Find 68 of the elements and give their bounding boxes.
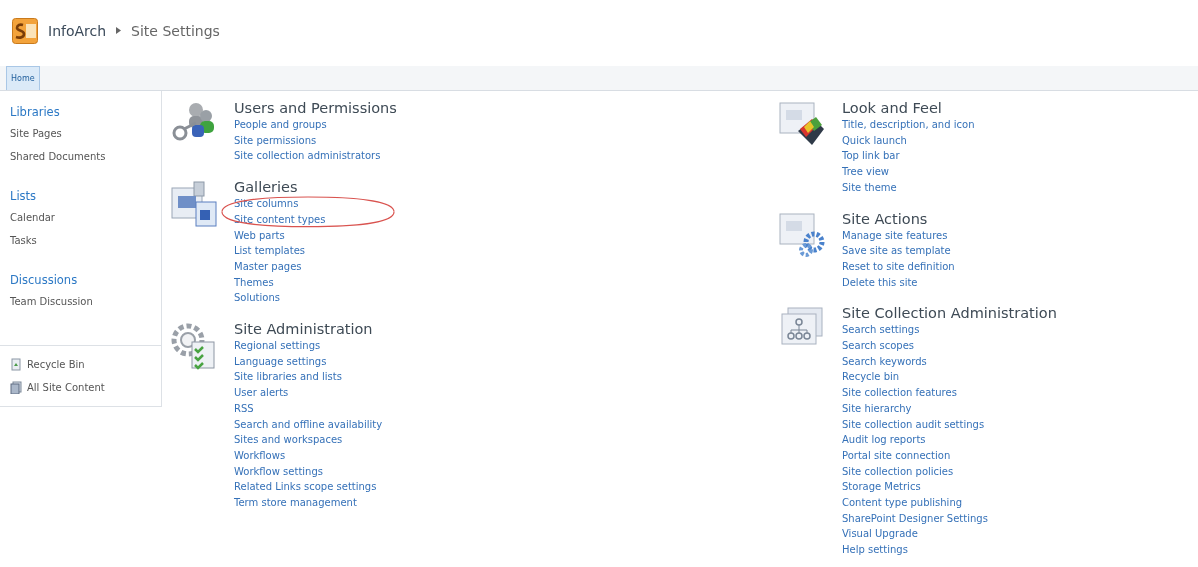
recycle-bin-icon: [10, 358, 22, 371]
page-title: Site Settings: [131, 22, 220, 39]
settings-link[interactable]: Visual Upgrade: [842, 526, 918, 543]
settings-link[interactable]: User alerts: [234, 385, 289, 401]
settings-link[interactable]: Search keywords: [842, 353, 927, 370]
settings-link[interactable]: Workflows: [234, 447, 286, 464]
settings-link[interactable]: Quick launch: [842, 132, 907, 149]
site-title-link[interactable]: InfoArch: [48, 22, 107, 39]
settings-link[interactable]: Recycle bin: [842, 369, 900, 386]
nav-link[interactable]: Team Discussion: [0, 291, 161, 314]
settings-link[interactable]: Master pages: [234, 258, 302, 275]
settings-link[interactable]: Site theme: [842, 179, 897, 196]
settings-link[interactable]: Top link bar: [842, 148, 900, 165]
settings-link[interactable]: Delete this site: [842, 274, 918, 291]
section-title: Site Administration: [234, 320, 374, 339]
settings-link[interactable]: RSS: [234, 400, 254, 417]
circled-settings-link[interactable]: Site content types: [220, 211, 396, 228]
section-title: Site Actions: [842, 209, 929, 228]
settings-link[interactable]: Site permissions: [234, 132, 317, 149]
nav-heading-link[interactable]: Lists: [0, 183, 161, 207]
settings-link[interactable]: Web parts: [234, 227, 285, 244]
settings-link[interactable]: Sites and workspaces: [234, 432, 343, 448]
settings-link[interactable]: Portal site connection: [842, 447, 951, 464]
nav-link[interactable]: Tasks: [0, 230, 161, 253]
section-title: Users and Permissions: [234, 99, 397, 117]
settings-link[interactable]: Audit log reports: [842, 432, 926, 448]
settings-link[interactable]: Storage Metrics: [842, 479, 921, 496]
nav-link[interactable]: Recycle Bin: [27, 359, 85, 370]
settings-link[interactable]: List templates: [234, 243, 305, 259]
section-title: Galleries: [234, 178, 299, 197]
nav-link[interactable]: Calendar: [0, 207, 161, 230]
nav-link[interactable]: All Site Content: [27, 382, 105, 393]
settings-link[interactable]: SharePoint Designer Settings: [842, 510, 988, 527]
settings-link[interactable]: Reset to site definition: [842, 258, 955, 275]
settings-link[interactable]: Save site as template: [842, 243, 951, 259]
nav-heading-link[interactable]: Libraries: [0, 99, 161, 123]
settings-link[interactable]: Themes: [234, 274, 274, 291]
breadcrumb-arrow-icon: [116, 27, 122, 34]
settings-link[interactable]: Content type publishing: [842, 495, 963, 511]
settings-link[interactable]: Site hierarchy: [842, 400, 912, 417]
settings-link[interactable]: Site collection policies: [842, 463, 954, 480]
site-logo: [12, 17, 38, 44]
settings-link[interactable]: Site collection administrators: [234, 148, 381, 165]
settings-link[interactable]: Tree view: [842, 164, 890, 180]
settings-link[interactable]: Search scopes: [842, 338, 915, 354]
settings-link[interactable]: Workflow settings: [234, 463, 323, 480]
circled-settings-link[interactable]: Site columns: [220, 196, 396, 212]
settings-link[interactable]: Language settings: [234, 353, 327, 370]
settings-link[interactable]: Search and offline availability: [234, 416, 383, 433]
settings-link[interactable]: Site libraries and lists: [234, 369, 342, 386]
settings-link[interactable]: People and groups: [234, 117, 327, 133]
settings-link[interactable]: Regional settings: [234, 338, 321, 354]
settings-link[interactable]: Site collection features: [842, 385, 957, 401]
nav-tab[interactable]: Home: [6, 66, 40, 90]
settings-link[interactable]: Term store management: [234, 495, 357, 511]
settings-link[interactable]: Manage site features: [842, 227, 948, 244]
settings-link[interactable]: Help settings: [842, 542, 908, 558]
nav-link[interactable]: Shared Documents: [0, 146, 161, 169]
settings-link[interactable]: Title, description, and icon: [842, 117, 975, 133]
documents-icon: [10, 381, 22, 394]
settings-link[interactable]: Solutions: [234, 290, 280, 307]
nav-link[interactable]: Site Pages: [0, 123, 161, 146]
settings-link[interactable]: Related Links scope settings: [234, 479, 377, 496]
settings-link[interactable]: Search settings: [842, 322, 920, 339]
section-title: Site Collection Administration: [842, 304, 1057, 323]
section-title: Look and Feel: [842, 99, 943, 117]
settings-link[interactable]: Site collection audit settings: [842, 416, 985, 433]
nav-heading-link[interactable]: Discussions: [0, 267, 161, 291]
